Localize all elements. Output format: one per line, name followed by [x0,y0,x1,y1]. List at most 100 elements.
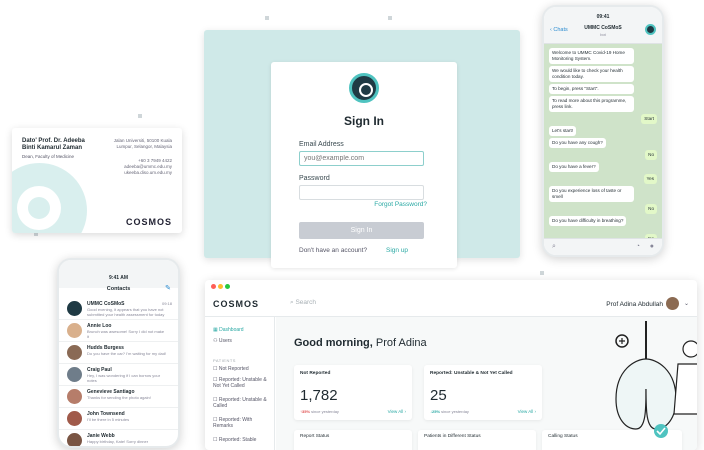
kpi-delta-number: 25% [432,409,441,414]
avatar [67,411,82,426]
search-placeholder: Search [295,299,317,306]
right-lung-icon [645,358,677,430]
bot-avatar[interactable] [645,24,656,35]
avatar [67,389,82,404]
nav-unstable-not-called-label: Reported: Unstable & Not Yet Called [213,377,267,389]
contact-row[interactable]: UMMC CoSMoS Good evening, it appears that… [59,298,178,320]
sticker-icon[interactable]: ◔ [636,243,640,250]
outgoing-message: No [645,150,657,160]
card-brand-logo: COSMOS [125,217,172,227]
card-role: Dean, Faculty of Medicine [22,154,75,159]
search-input[interactable]: ⌕ Search [290,299,316,307]
contact-message: Good evening, it appears that you have n… [87,307,165,317]
nav-stable[interactable]: ☐ Reported: Stable [213,437,273,443]
contact-row[interactable]: John Townsend I'll be there in 5 minutes [59,408,178,430]
outgoing-message: Yes [643,174,657,184]
decor-dot [540,271,544,275]
email-label: Email Address [299,141,344,148]
compose-icon[interactable]: ✎ [165,284,171,292]
avatar [67,367,82,382]
contact-row[interactable]: Craig Paul Hey, I was wondering if I can … [59,364,178,386]
view-all-label: View All [387,409,404,414]
view-all-link[interactable]: View All › [518,409,536,414]
zoom-dot-icon[interactable] [225,284,230,289]
card-name-line1: Dato' Prof. Dr. Adeeba [22,138,85,144]
contact-message: Brunch was awesome! Sorry I did not make… [87,329,165,339]
signin-button[interactable]: Sign In [299,222,424,239]
incoming-message: Do you have a fever? [549,162,599,172]
signin-card: Sign In Email Address Password Forgot Pa… [271,62,457,268]
incoming-message: Do you have any cough? [549,138,606,148]
nav-unstable-called[interactable]: ☐ Reported: Unstable & Called [213,397,273,409]
contact-message: Happy birthday, Kate! Sorry dinner [87,439,149,444]
chat-header: 09:41 ‹ Chats UMMC CoSMoS bot [544,7,662,44]
kpi-delta-value: ↓25% [430,409,441,414]
avatar [67,345,82,360]
chat-phone: 09:41 ‹ Chats UMMC CoSMoS bot Welcome to… [542,5,664,257]
greeting-name: Prof Adina [375,337,427,349]
card-address-line2: Lumpur, Selangor, Malaysia [116,144,172,149]
kpi-unstable-not-called: Reported: Unstable & Not Yet Called 25 ↓… [424,365,542,420]
avatar [67,301,82,316]
contacts-phone: 9:41 AM Contacts ✎ UMMC CoSMoS Good eveni… [57,258,180,448]
incoming-message: To read more about this programme, press… [549,96,634,112]
view-all-link[interactable]: View All › [388,409,406,414]
outgoing-message: No [645,204,657,214]
attach-icon[interactable]: ⌕ [552,243,556,251]
kpi-delta-text: since yesterday [441,409,469,414]
card-name: Dato' Prof. Dr. Adeeba Binti Kamarul Zam… [22,138,85,152]
greeting-prefix: Good morning, [294,337,373,349]
doctor-coat-icon [673,363,697,415]
card-address: Jalan Universiti, 50100 Kuala Lumpur, Se… [114,138,172,150]
chat-subtitle: bot [600,32,606,37]
incoming-message: Welcome to UMMC Covid-19 Home Monitoring… [549,48,634,64]
kpi-delta-value: ↑35% [300,409,311,414]
nav-unstable-called-label: Reported: Unstable & Called [213,397,267,409]
nav-users[interactable]: ⚇ Users [213,338,232,344]
contact-row[interactable]: Janie Webb Happy birthday, Kate! Sorry di… [59,430,178,446]
contact-row[interactable]: Annie Loo Brunch was awesome! Sorry I did… [59,320,178,342]
nav-not-reported-label: Not Reported [218,366,249,372]
contact-row[interactable]: Genevieve Santiago Thanks for sending the… [59,386,178,408]
mic-icon[interactable]: ● [650,243,654,250]
dashboard-window: COSMOS ⌕ Search Prof Adina Abdullah ⌄ ▦ … [205,280,697,450]
signin-title: Sign In [344,114,384,128]
nav-not-reported[interactable]: ☐ Not Reported [213,366,249,372]
kpi-value: 25 [430,387,447,404]
nav-users-label: Users [218,338,232,344]
nav-unstable-not-called[interactable]: ☐ Reported: Unstable & Not Yet Called [213,377,273,389]
nav-dashboard[interactable]: ▦ Dashboard [213,327,244,333]
email-field[interactable] [299,151,424,166]
avatar [67,433,82,446]
status-time: 9:41 AM [109,275,128,281]
nav-stable-label: Reported: Stable [218,437,257,443]
kpi-value: 1,782 [300,387,338,404]
signin-panel: Sign In Email Address Password Forgot Pa… [204,30,520,268]
outgoing-message: Start [641,114,657,124]
password-label: Password [299,175,330,182]
signup-link[interactable]: Sign up [386,247,408,254]
contact-message: Hey, I was wondering if I can borrow you… [87,373,161,383]
chat-thread: Welcome to UMMC Covid-19 Home Monitoring… [544,44,662,244]
kpi-delta: ↓25% since yesterday [430,409,469,414]
close-dot-icon[interactable] [211,284,216,289]
user-avatar[interactable] [666,297,679,310]
minimize-dot-icon[interactable] [218,284,223,289]
calling-status-title: Calling Status [548,434,578,439]
business-card: Dato' Prof. Dr. Adeeba Binti Kamarul Zam… [12,128,182,233]
contact-row[interactable]: Hudds Burgess Do you have the car? I'm wa… [59,342,178,364]
contacts-header: 9:41 AM [59,260,178,288]
greeting: Good morning, Prof Adina [294,337,427,349]
sidebar: ▦ Dashboard ⚇ Users PATIENTS ☐ Not Repor… [205,317,275,450]
chat-input-bar[interactable]: ⌕ ◔ ● [544,238,662,255]
password-field[interactable] [299,185,424,200]
nav-with-remarks[interactable]: ☐ Reported: With Remarks [213,417,273,429]
forgot-password-link[interactable]: Forgot Password? [374,201,427,208]
chevron-down-icon[interactable]: ⌄ [684,300,689,307]
card-contact: +60 3 7949 4422 adeeba@ummc.edu.my ukeeb… [124,158,172,176]
user-name[interactable]: Prof Adina Abdullah [606,301,663,308]
contact-message: I'll be there in 5 minutes [87,417,130,422]
contact-message: Thanks for sending the photo again! [87,395,151,400]
kpi-delta: ↑35% since yesterday [300,409,339,414]
dashboard-main: Good morning, Prof Adina Not Reported 1,… [276,317,697,450]
